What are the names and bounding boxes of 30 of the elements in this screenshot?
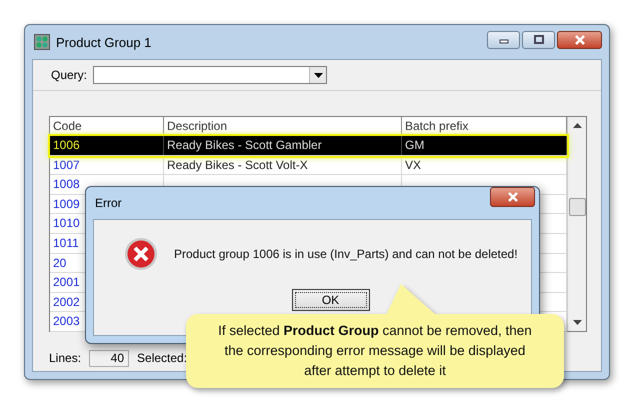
description-cell: Ready Bikes - Scott Volt-X — [164, 156, 402, 174]
query-dropdown[interactable] — [93, 66, 328, 84]
batch-prefix-cell: GM — [402, 136, 567, 155]
minimize-button[interactable] — [487, 31, 520, 49]
lines-label: Lines: — [49, 351, 82, 365]
batch-prefix-cell: VX — [402, 156, 567, 174]
dropdown-arrow-icon — [314, 72, 323, 78]
description-cell: Ready Bikes - Scott Gambler — [164, 136, 402, 155]
dialog-title: Error — [94, 196, 122, 210]
scroll-up-icon[interactable] — [572, 123, 582, 128]
window-title: Product Group 1 — [56, 34, 152, 50]
ok-button[interactable]: OK — [292, 289, 370, 311]
close-button[interactable] — [490, 187, 535, 207]
code-cell: 1007 — [50, 156, 164, 174]
scroll-down-icon[interactable] — [572, 320, 582, 325]
maximize-button[interactable] — [522, 31, 555, 49]
vertical-scrollbar[interactable] — [567, 117, 586, 331]
close-icon — [574, 35, 586, 45]
error-icon — [124, 237, 158, 271]
close-button[interactable] — [557, 31, 602, 49]
selected-label: Selected: — [137, 351, 188, 365]
lines-count-field: 40 — [89, 350, 130, 366]
query-label: Query: — [51, 68, 88, 82]
scroll-thumb[interactable] — [568, 198, 586, 216]
table-row[interactable]: 1006 Ready Bikes - Scott Gambler GM — [50, 136, 567, 156]
maximize-icon — [532, 35, 544, 45]
error-message: Product group 1006 is in use (Inv_Parts) and can not be deleted! — [174, 247, 518, 261]
close-icon — [506, 192, 518, 202]
code-cell: 1006 — [50, 136, 164, 155]
app-icon — [34, 34, 50, 50]
